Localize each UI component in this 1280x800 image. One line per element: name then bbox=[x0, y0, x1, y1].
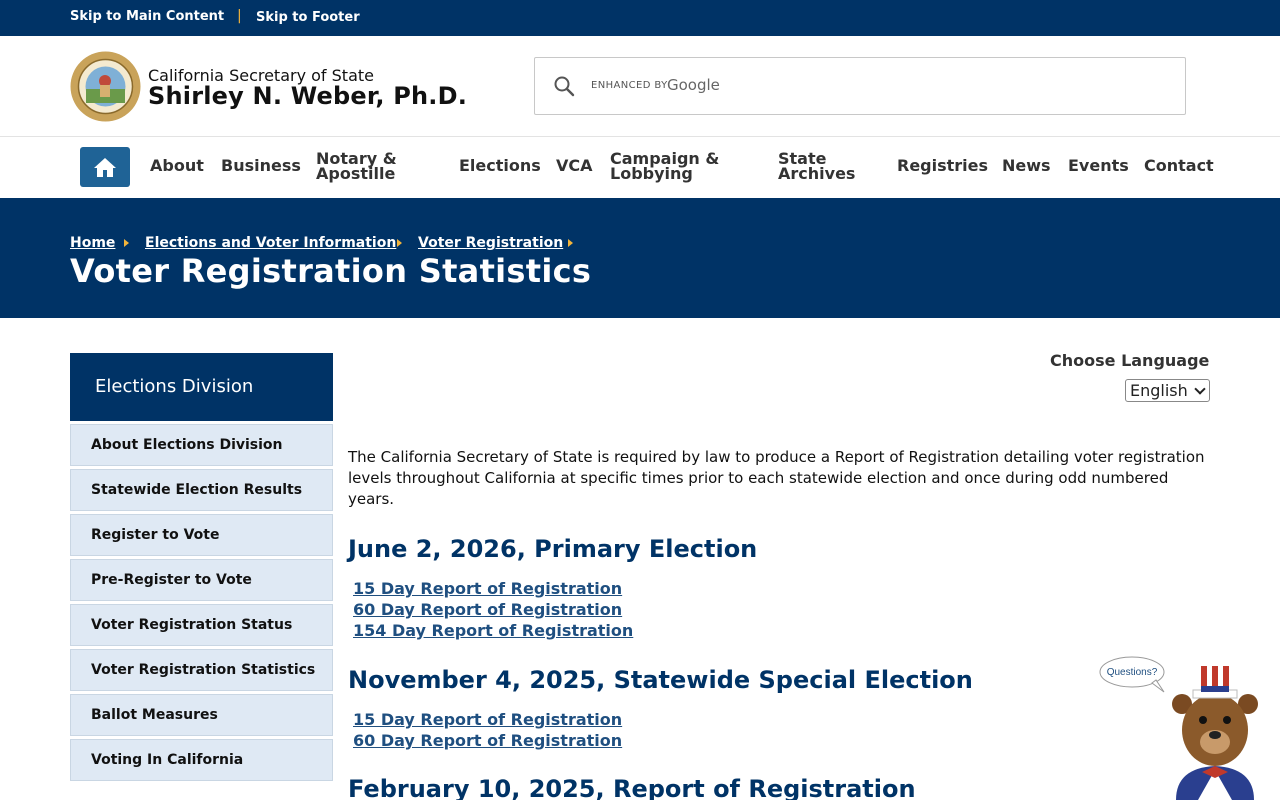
nav-registries[interactable]: Registries bbox=[897, 158, 988, 174]
search-enhanced-by: ENHANCED BY bbox=[591, 80, 668, 91]
sidebar: Elections Division About Elections Divis… bbox=[70, 353, 333, 781]
sidebar-item-statewide-results[interactable]: Statewide Election Results bbox=[70, 469, 333, 511]
breadcrumb-home[interactable]: Home bbox=[70, 235, 115, 251]
search-box[interactable]: ENHANCED BY Google bbox=[534, 57, 1186, 115]
search-provider: Google bbox=[667, 76, 720, 94]
page-banner: Home Elections and Voter Information Vot… bbox=[0, 198, 1280, 318]
language-selected: English bbox=[1130, 381, 1188, 400]
report-link[interactable]: 60 Day Report of Registration bbox=[353, 731, 622, 750]
official-name[interactable]: Shirley N. Weber, Ph.D. bbox=[148, 82, 467, 110]
skip-to-main-link[interactable]: Skip to Main Content bbox=[70, 9, 224, 24]
nav-campaign-lobbying[interactable]: Campaign & Lobbying bbox=[610, 151, 719, 183]
sidebar-item-ballot-measures[interactable]: Ballot Measures bbox=[70, 694, 333, 736]
nav-notary-line2: Apostille bbox=[316, 164, 396, 183]
home-icon bbox=[94, 158, 116, 177]
section-heading-feb-2025: February 10, 2025, Report of Registratio… bbox=[348, 775, 916, 800]
language-label: Choose Language bbox=[1050, 351, 1210, 370]
breadcrumb-arrow-icon bbox=[124, 239, 129, 247]
nav-state-archives[interactable]: State Archives bbox=[778, 151, 856, 183]
chat-bubble-text[interactable]: Questions? bbox=[1107, 667, 1158, 678]
report-link[interactable]: 154 Day Report of Registration bbox=[353, 621, 633, 640]
skip-to-footer-link[interactable]: Skip to Footer bbox=[256, 10, 360, 25]
chat-assistant-bear-icon[interactable]: Questions? bbox=[1098, 650, 1268, 800]
skip-links-bar: Skip to Main Content | Skip to Footer bbox=[0, 0, 1280, 36]
search-icon[interactable] bbox=[553, 75, 575, 97]
nav-elections[interactable]: Elections bbox=[459, 158, 541, 174]
report-link[interactable]: 15 Day Report of Registration bbox=[353, 579, 622, 598]
nav-archives-line2: Archives bbox=[778, 164, 856, 183]
home-button[interactable] bbox=[80, 147, 130, 187]
sidebar-item-about-elections[interactable]: About Elections Division bbox=[70, 424, 333, 466]
site-header: California Secretary of State Shirley N.… bbox=[0, 36, 1280, 137]
nav-news[interactable]: News bbox=[1002, 158, 1051, 174]
section-heading-nov-2025: November 4, 2025, Statewide Special Elec… bbox=[348, 666, 973, 694]
nav-business[interactable]: Business bbox=[221, 158, 301, 174]
nav-vca[interactable]: VCA bbox=[556, 158, 593, 174]
nav-contact[interactable]: Contact bbox=[1144, 158, 1214, 174]
breadcrumb-elections[interactable]: Elections and Voter Information bbox=[145, 235, 396, 251]
main-nav: About Business Notary & Apostille Electi… bbox=[0, 137, 1280, 198]
nav-campaign-line2: Lobbying bbox=[610, 164, 693, 183]
language-select[interactable]: English bbox=[1125, 379, 1210, 402]
sidebar-item-pre-register[interactable]: Pre-Register to Vote bbox=[70, 559, 333, 601]
intro-paragraph: The California Secretary of State is req… bbox=[348, 448, 1205, 508]
chevron-down-icon bbox=[1194, 383, 1206, 395]
nav-notary-apostille[interactable]: Notary & Apostille bbox=[316, 151, 397, 183]
section-heading-june-2026: June 2, 2026, Primary Election bbox=[348, 535, 758, 563]
sidebar-heading[interactable]: Elections Division bbox=[70, 353, 333, 421]
sidebar-item-registration-status[interactable]: Voter Registration Status bbox=[70, 604, 333, 646]
sidebar-item-registration-statistics[interactable]: Voter Registration Statistics bbox=[70, 649, 333, 691]
nav-events[interactable]: Events bbox=[1068, 158, 1129, 174]
breadcrumb-voter-registration[interactable]: Voter Registration bbox=[418, 235, 563, 251]
breadcrumb-arrow-icon bbox=[568, 239, 573, 247]
report-link[interactable]: 60 Day Report of Registration bbox=[353, 600, 622, 619]
report-link[interactable]: 15 Day Report of Registration bbox=[353, 710, 622, 729]
page-title: Voter Registration Statistics bbox=[70, 252, 592, 290]
state-seal-logo[interactable] bbox=[70, 51, 141, 122]
skip-separator: | bbox=[237, 8, 242, 24]
nav-about[interactable]: About bbox=[150, 158, 204, 174]
breadcrumb-arrow-icon bbox=[397, 239, 402, 247]
sidebar-item-voting-in-california[interactable]: Voting In California bbox=[70, 739, 333, 781]
sidebar-item-register[interactable]: Register to Vote bbox=[70, 514, 333, 556]
